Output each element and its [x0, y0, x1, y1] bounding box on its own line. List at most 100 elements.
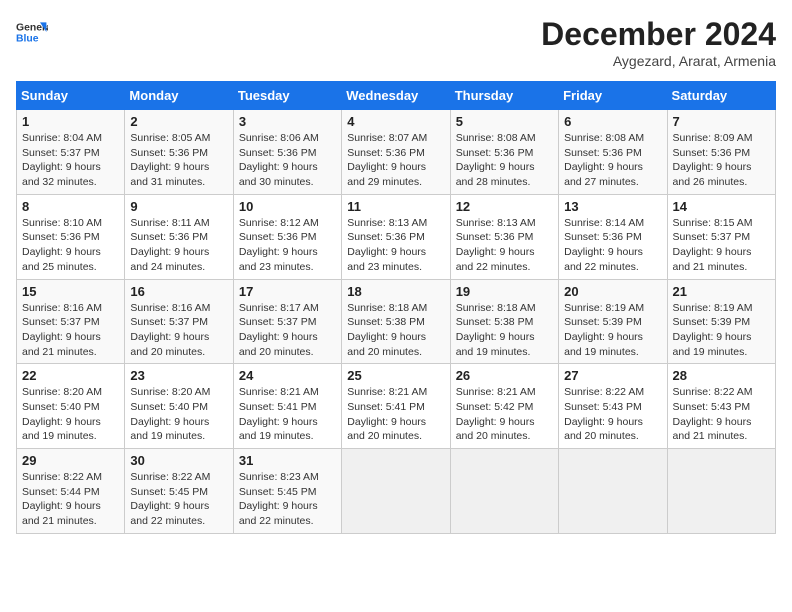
page-header: General Blue December 2024 Aygezard, Ara… — [16, 16, 776, 69]
calendar-day-cell: 13 Sunrise: 8:14 AM Sunset: 5:36 PM Dayl… — [559, 194, 667, 279]
weekday-header-cell: Saturday — [667, 82, 775, 110]
day-number: 9 — [130, 199, 227, 214]
day-info: Sunrise: 8:08 AM Sunset: 5:36 PM Dayligh… — [456, 131, 553, 190]
calendar-day-cell — [342, 449, 450, 534]
calendar-day-cell: 21 Sunrise: 8:19 AM Sunset: 5:39 PM Dayl… — [667, 279, 775, 364]
day-number: 26 — [456, 368, 553, 383]
calendar-week-row: 15 Sunrise: 8:16 AM Sunset: 5:37 PM Dayl… — [17, 279, 776, 364]
day-info: Sunrise: 8:04 AM Sunset: 5:37 PM Dayligh… — [22, 131, 119, 190]
calendar-day-cell: 14 Sunrise: 8:15 AM Sunset: 5:37 PM Dayl… — [667, 194, 775, 279]
weekday-header-cell: Sunday — [17, 82, 125, 110]
calendar-day-cell: 19 Sunrise: 8:18 AM Sunset: 5:38 PM Dayl… — [450, 279, 558, 364]
calendar-day-cell: 24 Sunrise: 8:21 AM Sunset: 5:41 PM Dayl… — [233, 364, 341, 449]
day-number: 21 — [673, 284, 770, 299]
calendar-day-cell: 4 Sunrise: 8:07 AM Sunset: 5:36 PM Dayli… — [342, 110, 450, 195]
location-subtitle: Aygezard, Ararat, Armenia — [541, 53, 776, 69]
day-number: 22 — [22, 368, 119, 383]
calendar-day-cell: 10 Sunrise: 8:12 AM Sunset: 5:36 PM Dayl… — [233, 194, 341, 279]
day-info: Sunrise: 8:13 AM Sunset: 5:36 PM Dayligh… — [456, 216, 553, 275]
day-info: Sunrise: 8:18 AM Sunset: 5:38 PM Dayligh… — [456, 301, 553, 360]
logo-icon: General Blue — [16, 16, 48, 48]
day-info: Sunrise: 8:13 AM Sunset: 5:36 PM Dayligh… — [347, 216, 444, 275]
day-info: Sunrise: 8:22 AM Sunset: 5:45 PM Dayligh… — [130, 470, 227, 529]
day-number: 2 — [130, 114, 227, 129]
day-number: 1 — [22, 114, 119, 129]
day-number: 29 — [22, 453, 119, 468]
day-info: Sunrise: 8:14 AM Sunset: 5:36 PM Dayligh… — [564, 216, 661, 275]
calendar-day-cell: 25 Sunrise: 8:21 AM Sunset: 5:41 PM Dayl… — [342, 364, 450, 449]
calendar-day-cell: 2 Sunrise: 8:05 AM Sunset: 5:36 PM Dayli… — [125, 110, 233, 195]
calendar-day-cell: 20 Sunrise: 8:19 AM Sunset: 5:39 PM Dayl… — [559, 279, 667, 364]
day-number: 30 — [130, 453, 227, 468]
calendar-day-cell: 31 Sunrise: 8:23 AM Sunset: 5:45 PM Dayl… — [233, 449, 341, 534]
day-number: 17 — [239, 284, 336, 299]
day-number: 18 — [347, 284, 444, 299]
logo: General Blue — [16, 16, 48, 48]
day-number: 27 — [564, 368, 661, 383]
day-number: 28 — [673, 368, 770, 383]
day-info: Sunrise: 8:10 AM Sunset: 5:36 PM Dayligh… — [22, 216, 119, 275]
calendar-day-cell: 28 Sunrise: 8:22 AM Sunset: 5:43 PM Dayl… — [667, 364, 775, 449]
day-number: 24 — [239, 368, 336, 383]
calendar-week-row: 29 Sunrise: 8:22 AM Sunset: 5:44 PM Dayl… — [17, 449, 776, 534]
day-number: 15 — [22, 284, 119, 299]
calendar-day-cell — [559, 449, 667, 534]
day-info: Sunrise: 8:06 AM Sunset: 5:36 PM Dayligh… — [239, 131, 336, 190]
weekday-header-cell: Tuesday — [233, 82, 341, 110]
calendar-day-cell: 6 Sunrise: 8:08 AM Sunset: 5:36 PM Dayli… — [559, 110, 667, 195]
calendar-day-cell: 16 Sunrise: 8:16 AM Sunset: 5:37 PM Dayl… — [125, 279, 233, 364]
month-title: December 2024 — [541, 16, 776, 53]
day-info: Sunrise: 8:20 AM Sunset: 5:40 PM Dayligh… — [130, 385, 227, 444]
calendar-day-cell: 1 Sunrise: 8:04 AM Sunset: 5:37 PM Dayli… — [17, 110, 125, 195]
day-number: 11 — [347, 199, 444, 214]
day-info: Sunrise: 8:15 AM Sunset: 5:37 PM Dayligh… — [673, 216, 770, 275]
day-number: 7 — [673, 114, 770, 129]
day-info: Sunrise: 8:22 AM Sunset: 5:43 PM Dayligh… — [564, 385, 661, 444]
day-number: 20 — [564, 284, 661, 299]
day-info: Sunrise: 8:20 AM Sunset: 5:40 PM Dayligh… — [22, 385, 119, 444]
day-info: Sunrise: 8:07 AM Sunset: 5:36 PM Dayligh… — [347, 131, 444, 190]
day-info: Sunrise: 8:16 AM Sunset: 5:37 PM Dayligh… — [22, 301, 119, 360]
day-info: Sunrise: 8:22 AM Sunset: 5:44 PM Dayligh… — [22, 470, 119, 529]
day-number: 31 — [239, 453, 336, 468]
calendar-day-cell: 9 Sunrise: 8:11 AM Sunset: 5:36 PM Dayli… — [125, 194, 233, 279]
calendar-day-cell: 8 Sunrise: 8:10 AM Sunset: 5:36 PM Dayli… — [17, 194, 125, 279]
day-number: 23 — [130, 368, 227, 383]
day-number: 8 — [22, 199, 119, 214]
weekday-header-row: SundayMondayTuesdayWednesdayThursdayFrid… — [17, 82, 776, 110]
calendar-day-cell: 15 Sunrise: 8:16 AM Sunset: 5:37 PM Dayl… — [17, 279, 125, 364]
weekday-header-cell: Wednesday — [342, 82, 450, 110]
day-number: 3 — [239, 114, 336, 129]
calendar-day-cell: 27 Sunrise: 8:22 AM Sunset: 5:43 PM Dayl… — [559, 364, 667, 449]
day-info: Sunrise: 8:09 AM Sunset: 5:36 PM Dayligh… — [673, 131, 770, 190]
calendar-week-row: 1 Sunrise: 8:04 AM Sunset: 5:37 PM Dayli… — [17, 110, 776, 195]
calendar-day-cell: 30 Sunrise: 8:22 AM Sunset: 5:45 PM Dayl… — [125, 449, 233, 534]
day-info: Sunrise: 8:23 AM Sunset: 5:45 PM Dayligh… — [239, 470, 336, 529]
day-info: Sunrise: 8:18 AM Sunset: 5:38 PM Dayligh… — [347, 301, 444, 360]
calendar-body: 1 Sunrise: 8:04 AM Sunset: 5:37 PM Dayli… — [17, 110, 776, 534]
calendar-day-cell: 12 Sunrise: 8:13 AM Sunset: 5:36 PM Dayl… — [450, 194, 558, 279]
day-info: Sunrise: 8:21 AM Sunset: 5:41 PM Dayligh… — [347, 385, 444, 444]
day-number: 16 — [130, 284, 227, 299]
weekday-header-cell: Thursday — [450, 82, 558, 110]
day-number: 14 — [673, 199, 770, 214]
calendar-day-cell: 5 Sunrise: 8:08 AM Sunset: 5:36 PM Dayli… — [450, 110, 558, 195]
calendar-day-cell: 29 Sunrise: 8:22 AM Sunset: 5:44 PM Dayl… — [17, 449, 125, 534]
calendar-day-cell: 18 Sunrise: 8:18 AM Sunset: 5:38 PM Dayl… — [342, 279, 450, 364]
calendar-table: SundayMondayTuesdayWednesdayThursdayFrid… — [16, 81, 776, 534]
calendar-day-cell: 26 Sunrise: 8:21 AM Sunset: 5:42 PM Dayl… — [450, 364, 558, 449]
calendar-week-row: 22 Sunrise: 8:20 AM Sunset: 5:40 PM Dayl… — [17, 364, 776, 449]
day-number: 25 — [347, 368, 444, 383]
weekday-header-cell: Friday — [559, 82, 667, 110]
day-info: Sunrise: 8:05 AM Sunset: 5:36 PM Dayligh… — [130, 131, 227, 190]
calendar-day-cell: 17 Sunrise: 8:17 AM Sunset: 5:37 PM Dayl… — [233, 279, 341, 364]
day-number: 5 — [456, 114, 553, 129]
calendar-day-cell — [667, 449, 775, 534]
day-number: 19 — [456, 284, 553, 299]
title-block: December 2024 Aygezard, Ararat, Armenia — [541, 16, 776, 69]
svg-text:Blue: Blue — [16, 34, 39, 45]
calendar-day-cell: 3 Sunrise: 8:06 AM Sunset: 5:36 PM Dayli… — [233, 110, 341, 195]
day-number: 10 — [239, 199, 336, 214]
day-info: Sunrise: 8:19 AM Sunset: 5:39 PM Dayligh… — [564, 301, 661, 360]
day-info: Sunrise: 8:11 AM Sunset: 5:36 PM Dayligh… — [130, 216, 227, 275]
